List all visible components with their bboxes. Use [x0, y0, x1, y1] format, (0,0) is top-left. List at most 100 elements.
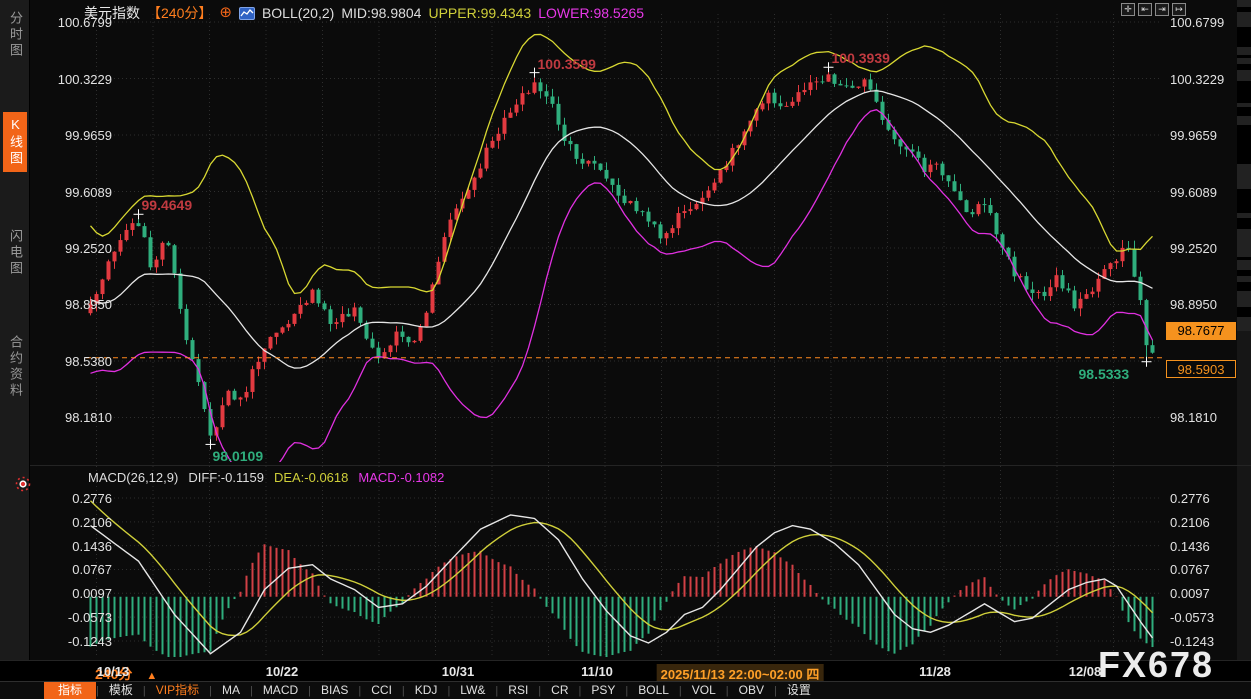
macd-dea-value: DEA:-0.0618: [274, 470, 348, 485]
chart-type-icon[interactable]: [239, 7, 255, 20]
macd-tick-right: 0.2776: [1170, 491, 1240, 506]
scale-strip-notch: [1237, 0, 1251, 7]
pan-right-icon[interactable]: ↦: [1172, 3, 1186, 16]
sidebar: 分时图 K线图闪电图合约资料: [0, 0, 30, 660]
low-price-annotation: 98.0109: [213, 448, 264, 464]
toolbar-button-12[interactable]: BOLL: [628, 682, 679, 699]
macd-bar-value: MACD:-0.1082: [358, 470, 444, 485]
symbol-name: 美元指数: [84, 3, 140, 23]
macd-tick-right: 0.0767: [1170, 562, 1240, 577]
boll-label: BOLL(20,2): [262, 5, 334, 21]
date-tick: 11/28: [919, 664, 951, 679]
toolbar-button-1[interactable]: 模板: [99, 682, 143, 699]
toolbar-button-0[interactable]: 指标: [44, 682, 96, 699]
macd-tick-left: 0.0097: [34, 586, 112, 601]
scale-strip-notch: [1237, 175, 1251, 183]
date-tick: 11/10: [581, 664, 613, 679]
scale-strip-notch: [1237, 317, 1251, 327]
boll-mid-value: MID:98.9804: [341, 5, 421, 21]
macd-tick-right: 0.0097: [1170, 586, 1240, 601]
price-tick-right: 99.9659: [1170, 128, 1240, 143]
macd-tick-left: -0.1243: [34, 634, 112, 649]
trading-app-window: 分时图 K线图闪电图合约资料 美元指数【240分】 ⊕ BOLL(20,2) MI…: [0, 0, 1251, 699]
macd-tick-right: 0.2106: [1170, 515, 1240, 530]
toolbar-button-8[interactable]: LW&: [450, 682, 495, 699]
zoom-in-icon[interactable]: ⇤: [1138, 3, 1152, 16]
price-tick-left: 98.5380: [34, 354, 112, 369]
price-tick-left: 99.6089: [34, 185, 112, 200]
chart-toolbar-icons: ✛⇤⇥↦: [1121, 3, 1186, 16]
low-price-annotation: 98.5333: [1079, 366, 1130, 382]
toolbar-button-9[interactable]: RSI: [498, 682, 538, 699]
toolbar-button-5[interactable]: BIAS: [311, 682, 358, 699]
price-tick-left: 99.2520: [34, 241, 112, 256]
toolbar-button-11[interactable]: PSY: [581, 682, 625, 699]
toolbar-button-2[interactable]: VIP指标: [146, 682, 209, 699]
sidebar-item-1[interactable]: K线图: [3, 112, 27, 172]
price-tick-right: 99.2520: [1170, 241, 1240, 256]
price-tick-left: 98.8950: [34, 297, 112, 312]
high-price-annotation: 100.3599: [538, 56, 596, 72]
xaxis-row: 240分▲ 10/1310/2210/3111/102025/11/13 22:…: [0, 660, 1251, 681]
sidebar-item-3[interactable]: 合约资料: [3, 330, 27, 404]
date-tick: 10/31: [442, 664, 475, 679]
toolbar-button-13[interactable]: VOL: [682, 682, 726, 699]
watermark: FX678: [1098, 644, 1214, 686]
scale-strip-notch: [1237, 327, 1251, 331]
toolbar-button-7[interactable]: KDJ: [405, 682, 448, 699]
date-tick: 10/13: [97, 664, 130, 679]
price-tick-right: 100.3229: [1170, 72, 1240, 87]
macd-tick-left: 0.1436: [34, 539, 112, 554]
macd-header: MACD(26,12,9) DIFF:-0.1159 DEA:-0.0618 M…: [88, 470, 444, 485]
scale-strip-notch: [1237, 282, 1251, 291]
price-tick-left: 98.1810: [34, 410, 112, 425]
high-price-annotation: 99.4649: [142, 197, 193, 213]
toolbar-button-4[interactable]: MACD: [253, 682, 308, 699]
macd-tick-right: -0.0573: [1170, 610, 1240, 625]
sidebar-item-0[interactable]: 分时图: [3, 6, 27, 64]
date-tick: 10/22: [266, 664, 299, 679]
price-tick-right: 100.6799: [1170, 15, 1240, 30]
macd-tick-left: 0.2776: [34, 491, 112, 506]
live-record-icon[interactable]: [15, 476, 31, 497]
candlestick-chart-canvas[interactable]: [0, 0, 1251, 662]
scale-strip-notch: [1237, 107, 1251, 116]
toolbar-button-6[interactable]: CCI: [361, 682, 402, 699]
price-tick-right: 98.8950: [1170, 297, 1240, 312]
right-scale-strip: [1237, 0, 1251, 660]
macd-tick-left: -0.0573: [34, 610, 112, 625]
macd-tick-right: 0.1436: [1170, 539, 1240, 554]
zoom-out-icon[interactable]: ⇥: [1155, 3, 1169, 16]
last-price-box: 98.7677: [1166, 322, 1236, 340]
macd-tick-left: 0.2106: [34, 515, 112, 530]
macd-tick-left: 0.0767: [34, 562, 112, 577]
scale-strip-notch: [1237, 116, 1251, 125]
scale-strip-notch: [1237, 218, 1251, 226]
scale-strip-notch: [1237, 30, 1251, 38]
price-tick-right: 98.1810: [1170, 410, 1240, 425]
price-tick-left: 99.9659: [34, 128, 112, 143]
macd-diff-value: DIFF:-0.1159: [188, 470, 264, 485]
scale-strip-notch: [1237, 164, 1251, 175]
boll-lower-value: LOWER:98.5265: [538, 5, 644, 21]
crosshair-icon[interactable]: ✛: [1121, 3, 1135, 16]
sidebar-item-2[interactable]: 闪电图: [3, 224, 27, 282]
scale-strip-notch: [1237, 47, 1251, 55]
price-tick-left: 100.3229: [34, 72, 112, 87]
price-tick-right: 99.6089: [1170, 185, 1240, 200]
scale-strip-notch: [1237, 203, 1251, 213]
indicator-toolbar: 指标|模板|VIP指标|MA|MACD|BIAS|CCI|KDJ|LW&|RSI…: [0, 681, 1251, 699]
high-price-annotation: 100.3939: [832, 50, 890, 66]
price-alert-box[interactable]: 98.5903: [1166, 360, 1236, 378]
period-label: 【240分】: [147, 3, 212, 23]
scale-strip-notch: [1237, 90, 1251, 98]
toolbar-button-10[interactable]: CR: [541, 682, 578, 699]
boll-upper-value: UPPER:99.4343: [428, 5, 531, 21]
toolbar-button-3[interactable]: MA: [212, 682, 250, 699]
toolbar-button-15[interactable]: 设置: [777, 682, 821, 699]
chart-header: 美元指数【240分】 ⊕ BOLL(20,2) MID:98.9804 UPPE…: [84, 3, 644, 23]
date-tick: 12/08: [1069, 664, 1102, 679]
panel-divider: [30, 465, 1251, 466]
circle-plus-icon[interactable]: ⊕: [219, 6, 232, 20]
toolbar-button-14[interactable]: OBV: [729, 682, 774, 699]
